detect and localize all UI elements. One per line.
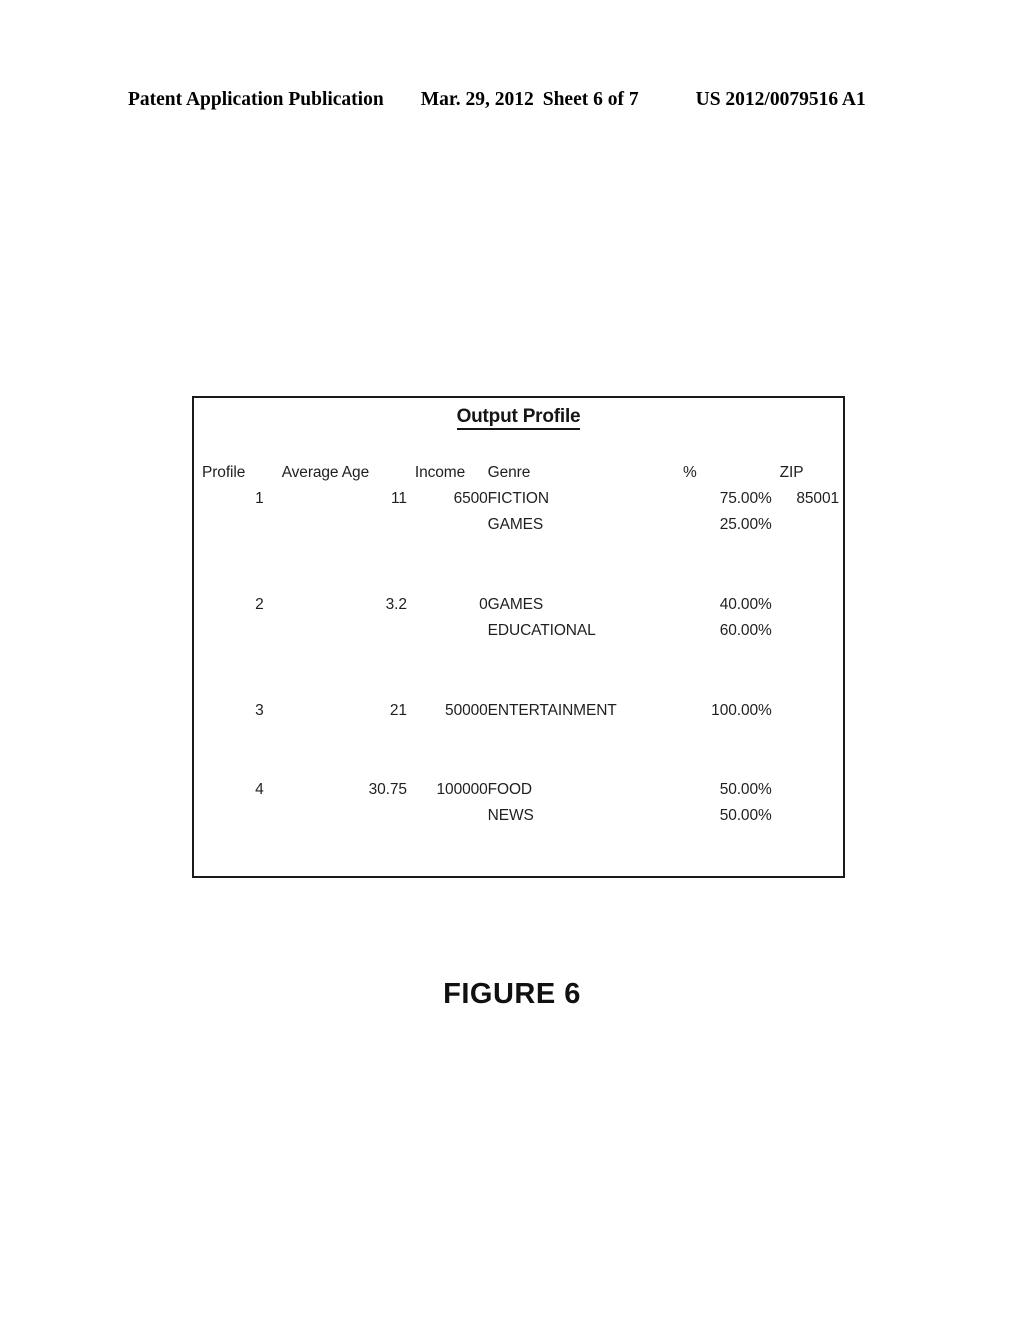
table-row: 4 30.75 100000 FOOD 50.00% (202, 777, 839, 803)
cell-income (407, 803, 488, 829)
column-header-income: Income (414, 464, 466, 481)
cell-income: 50000 (445, 702, 488, 719)
cell-genre: NEWS (487, 807, 534, 824)
cell-percent (671, 724, 772, 777)
table-row: NEWS 50.00% (202, 803, 839, 829)
table-body: 1 11 6500 FICTION 75.00% 85001 GAMES 25.… (202, 486, 839, 829)
cell-profile: 1 (255, 490, 264, 507)
cell-zip (772, 644, 839, 698)
cell-profile (202, 724, 264, 777)
cell-percent: 25.00% (719, 516, 772, 533)
table-row-spacer (202, 724, 839, 777)
cell-profile (202, 618, 264, 644)
cell-zip (772, 803, 839, 829)
cell-genre (488, 724, 671, 777)
cell-zip (772, 512, 839, 538)
cell-zip: 85001 (796, 490, 839, 507)
table-row: GAMES 25.00% (202, 512, 839, 538)
cell-income: 100000 (436, 781, 488, 798)
publication-label: Patent Application Publication (128, 89, 384, 110)
cell-income (407, 512, 488, 538)
cell-profile: 3 (255, 702, 264, 719)
cell-income: 6500 (453, 490, 488, 507)
table-title-text: Output Profile (456, 406, 581, 430)
cell-average-age (264, 618, 407, 644)
cell-income (407, 724, 488, 777)
cell-percent: 60.00% (719, 622, 772, 639)
cell-percent: 75.00% (719, 490, 772, 507)
cell-profile (202, 512, 264, 538)
table-header: Profile Average Age Income Genre % ZIP (202, 460, 839, 486)
cell-average-age (264, 538, 407, 592)
publication-date: Mar. 29, 2012 (420, 89, 534, 110)
cell-genre: ENTERTAINMENT (487, 702, 617, 719)
table-row: 2 3.2 0 GAMES 40.00% (202, 592, 839, 618)
cell-percent: 100.00% (711, 702, 772, 719)
cell-genre: FOOD (487, 781, 533, 798)
cell-average-age (264, 803, 407, 829)
cell-income (407, 538, 488, 592)
cell-average-age: 3.2 (385, 596, 407, 613)
cell-genre: GAMES (487, 516, 544, 533)
table-row: EDUCATIONAL 60.00% (202, 618, 839, 644)
cell-income (407, 644, 488, 698)
table-row: 1 11 6500 FICTION 75.00% 85001 (202, 486, 839, 512)
cell-genre: EDUCATIONAL (487, 622, 596, 639)
cell-percent (671, 644, 772, 698)
cell-profile: 4 (255, 781, 264, 798)
cell-zip (772, 724, 839, 777)
cell-zip (772, 618, 839, 644)
cell-average-age (264, 644, 407, 698)
column-header-percent: % (683, 464, 697, 481)
cell-percent: 50.00% (719, 781, 772, 798)
column-header-genre: Genre (487, 464, 531, 481)
cell-profile (202, 803, 264, 829)
cell-zip (772, 538, 839, 592)
output-profile-figure-box: Output Profile Profile Average Age Incom… (192, 396, 845, 878)
cell-average-age (264, 512, 407, 538)
cell-percent (671, 538, 772, 592)
cell-zip (772, 698, 839, 724)
column-header-zip: ZIP (779, 464, 804, 481)
output-profile-table: Profile Average Age Income Genre % ZIP 1… (202, 460, 839, 829)
cell-average-age: 30.75 (368, 781, 407, 798)
cell-zip (772, 592, 839, 618)
table-row-spacer (202, 644, 839, 698)
cell-percent: 50.00% (719, 807, 772, 824)
cell-income (407, 618, 488, 644)
cell-average-age (264, 724, 407, 777)
cell-profile: 2 (255, 596, 264, 613)
cell-profile (202, 538, 264, 592)
cell-profile (202, 644, 264, 698)
cell-income: 0 (479, 596, 488, 613)
cell-genre (488, 538, 671, 592)
cell-genre (488, 644, 671, 698)
figure-caption: FIGURE 6 (443, 978, 581, 1010)
document-number: US 2012/0079516 A1 (695, 89, 866, 110)
sheet-number: Sheet 6 of 7 (542, 89, 639, 110)
table-row-spacer (202, 538, 839, 592)
cell-average-age: 21 (389, 702, 407, 719)
table-header-row: Profile Average Age Income Genre % ZIP (202, 460, 839, 486)
column-header-profile: Profile (202, 464, 246, 481)
cell-percent: 40.00% (719, 596, 772, 613)
table-row: 3 21 50000 ENTERTAINMENT 100.00% (202, 698, 839, 724)
column-header-average-age: Average Age (281, 464, 370, 481)
patent-running-header: Patent Application Publication Mar. 29, … (128, 88, 878, 112)
cell-genre: GAMES (487, 596, 544, 613)
cell-average-age: 11 (391, 490, 407, 507)
table-title: Output Profile (194, 406, 843, 430)
cell-zip (772, 777, 839, 803)
cell-genre: FICTION (487, 490, 549, 507)
